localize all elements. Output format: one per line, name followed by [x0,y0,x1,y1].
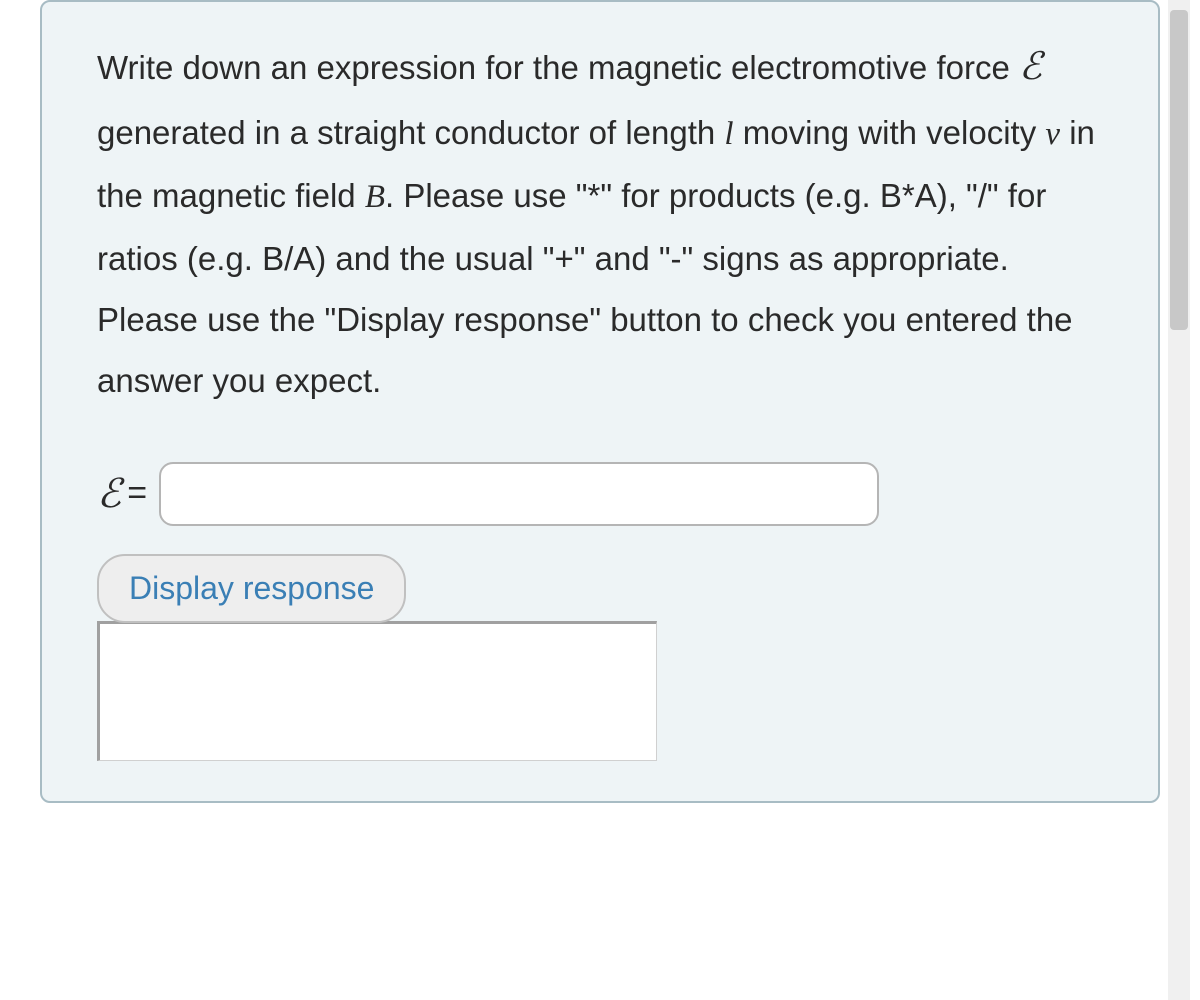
velocity-symbol: v [1045,116,1060,152]
equals-sign: = [127,474,147,513]
length-symbol: l [724,116,733,152]
answer-input[interactable] [159,462,879,526]
field-symbol: B [365,179,385,215]
answer-emf-symbol: ℰ [97,470,121,517]
answer-label: ℰ = [97,470,147,517]
question-text: Write down an expression for the magneti… [97,32,1103,412]
scrollbar-thumb[interactable] [1170,10,1188,330]
question-part2: generated in a straight conductor of len… [97,114,724,151]
question-panel: Write down an expression for the magneti… [40,0,1160,803]
response-display-box [97,621,657,761]
display-response-button[interactable]: Display response [97,554,406,623]
question-part1: Write down an expression for the magneti… [97,49,1019,86]
question-part3: moving with velocity [734,114,1046,151]
emf-symbol: ℰ [1019,46,1042,88]
scrollbar-track[interactable] [1168,0,1190,1000]
answer-row: ℰ = [97,462,1103,526]
